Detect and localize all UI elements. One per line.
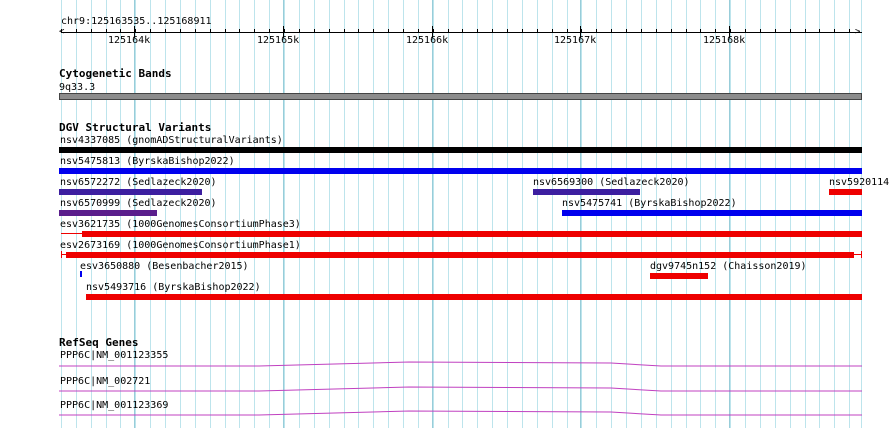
tick-label-125164k: 125164k <box>108 35 151 46</box>
cytogenetic-track-title: Cytogenetic Bands <box>59 67 172 80</box>
ruler-tick <box>106 29 107 33</box>
ruler-tick <box>329 29 330 33</box>
ruler-tick <box>61 29 62 33</box>
ruler-tick <box>195 29 196 33</box>
ruler-tick <box>269 29 270 33</box>
variant-label: nsv4337085 (gnomADStructuralVariants) <box>60 135 283 146</box>
variant-connector <box>61 254 862 255</box>
ruler-tick <box>656 29 657 33</box>
ruler-tick <box>314 29 315 33</box>
ruler-tick <box>120 29 121 33</box>
ruler-tick <box>418 29 419 33</box>
ruler-tick <box>388 29 389 33</box>
gene-transcript[interactable] <box>0 409 890 421</box>
variant-label: nsv6569300 (Sedlazeck2020) <box>533 177 690 188</box>
variant-label: nsv6572272 (Sedlazeck2020) <box>60 177 217 188</box>
ruler-tick <box>433 29 434 33</box>
tick-label-125168k: 125168k <box>703 35 746 46</box>
ruler-tick <box>210 29 211 33</box>
ruler-tick <box>358 29 359 33</box>
ruler-tick <box>552 29 553 33</box>
ruler-tick <box>819 29 820 33</box>
variant-label: esv3650880 (Besenbacher2015) <box>80 261 249 272</box>
variant-label: esv3621735 (1000GenomesConsortiumPhase3) <box>60 219 301 230</box>
variant-connector <box>61 233 82 234</box>
ruler-tick <box>76 29 77 33</box>
variant-bar[interactable] <box>59 189 202 195</box>
variant-bar[interactable] <box>86 294 862 300</box>
variant-label: dgv9745n152 (Chaisson2019) <box>650 261 807 272</box>
ruler-tick <box>522 29 523 33</box>
ruler-tick <box>775 29 776 33</box>
variant-bar[interactable] <box>80 271 82 277</box>
ruler-tick <box>239 29 240 33</box>
gene-transcript[interactable] <box>0 360 890 372</box>
location-label: chr9:125163535..125168911 <box>61 16 212 27</box>
variant-label: nsv5493716 (ByrskaBishop2022) <box>86 282 261 293</box>
ruler-tick <box>135 29 136 33</box>
variant-bar[interactable] <box>66 252 854 258</box>
ruler-tick <box>626 29 627 33</box>
variant-bar[interactable] <box>829 189 862 195</box>
ruler-tick <box>165 29 166 33</box>
ruler-tick <box>641 29 642 33</box>
ruler-tick <box>492 29 493 33</box>
ruler-tick <box>299 29 300 33</box>
ruler-tick <box>834 29 835 33</box>
ruler-tick <box>745 29 746 33</box>
ruler-tick <box>373 29 374 33</box>
variant-bar[interactable] <box>59 210 157 216</box>
variant-bar[interactable] <box>59 147 862 153</box>
ruler-tick <box>507 29 508 33</box>
variant-end-tick <box>861 251 862 258</box>
ruler-tick <box>730 29 731 33</box>
ruler-tick <box>596 29 597 33</box>
tick-label-125166k: 125166k <box>406 35 449 46</box>
ruler-tick <box>477 29 478 33</box>
ruler-tick <box>611 29 612 33</box>
ruler-tick <box>849 29 850 33</box>
ruler-tick <box>403 29 404 33</box>
variant-bar[interactable] <box>82 231 862 237</box>
tick-label-125167k: 125167k <box>554 35 597 46</box>
variant-label: nsv5475741 (ByrskaBishop2022) <box>562 198 737 209</box>
ruler-tick <box>700 29 701 33</box>
gene-transcript[interactable] <box>0 385 890 397</box>
refseq-track-title: RefSeq Genes <box>59 336 139 349</box>
ruler-tick <box>790 29 791 33</box>
ruler-tick <box>180 29 181 33</box>
ruler-tick <box>462 29 463 33</box>
variant-bar[interactable] <box>59 168 862 174</box>
ruler-tick <box>448 29 449 33</box>
tick-label-125165k: 125165k <box>257 35 300 46</box>
ruler-tick <box>715 29 716 33</box>
dgv-track-title: DGV Structural Variants <box>59 121 212 134</box>
cytoband-label: 9q33.3 <box>59 82 96 93</box>
variant-label: esv2673169 (1000GenomesConsortiumPhase1) <box>60 240 301 251</box>
cytoband-bar[interactable] <box>59 93 862 100</box>
ruler-tick <box>671 29 672 33</box>
ruler-tick <box>284 29 285 33</box>
ruler-tick <box>254 29 255 33</box>
ruler-tick <box>91 29 92 33</box>
variant-label: nsv5920114 <box>829 177 890 188</box>
ruler-tick <box>567 29 568 33</box>
ruler-tick <box>760 29 761 33</box>
ruler-tick <box>537 29 538 33</box>
ruler-right-arrow: > <box>855 27 861 37</box>
ruler-tick <box>686 29 687 33</box>
ruler-tick <box>150 29 151 33</box>
variant-end-tick <box>61 251 62 258</box>
variant-bar[interactable] <box>562 210 862 216</box>
ruler-tick <box>225 29 226 33</box>
ruler-tick <box>344 29 345 33</box>
variant-label: nsv5475813 (ByrskaBishop2022) <box>60 156 235 167</box>
variant-bar[interactable] <box>533 189 640 195</box>
variant-label: nsv6570999 (Sedlazeck2020) <box>60 198 217 209</box>
ruler-tick <box>581 29 582 33</box>
ruler-tick <box>805 29 806 33</box>
variant-bar[interactable] <box>650 273 708 279</box>
